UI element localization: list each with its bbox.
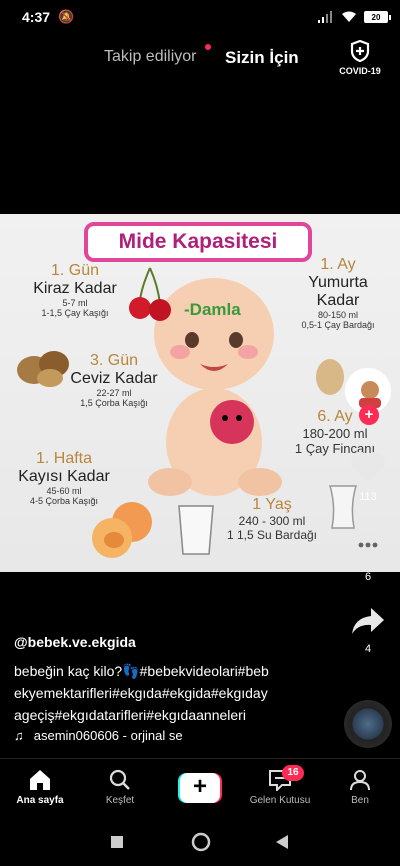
stage-year-1: 1 Yaş 240 - 300 ml 1 1,5 Su Bardağı [226,496,318,542]
wifi-icon [342,11,356,22]
infographic-title: Mide Kapasitesi [84,222,312,262]
creator-username[interactable]: @bebek.ve.ekgida [14,634,136,650]
stage-month-1: 1. Ay Yumurta Kadar 80-150 ml 0,5-1 Çay … [301,256,375,330]
like-count: 113 [359,491,377,503]
sound-disc[interactable] [344,700,392,748]
recents-icon[interactable] [110,835,124,849]
signal-icon [318,11,332,23]
comment-icon [352,531,384,561]
clock: 4:37 [22,9,51,25]
name-tag: -Damla [184,300,241,319]
nav-profile[interactable]: Ben [320,769,400,806]
comment-button[interactable]: 6 [346,528,390,583]
covid-button[interactable]: COVID-19 [336,40,384,76]
nav-inbox[interactable]: Gelen Kutusu [240,769,320,806]
create-button[interactable]: + [178,773,222,803]
sound-link[interactable]: ♫ asemin060606 - orjinal se [14,728,183,743]
like-button[interactable]: 113 [346,450,390,503]
post-caption[interactable]: bebeğin kaç kilo?👣#bebekvideolari#beb ek… [14,660,314,726]
sound-name: asemin060606 - orjinal se [33,728,183,743]
music-note-icon: ♫ [14,728,24,743]
status-bar: 4:37 🔕 20 [0,0,400,34]
water-glass-icon [178,505,214,555]
cherry-icon [129,267,171,321]
bottom-nav: Ana sayfa Keşfet + Gelen Kutusu 16 Ben [0,758,400,820]
walnut-icon [17,351,69,387]
shield-icon [350,40,370,62]
stage-day-1: 1. Gün Kiraz Kadar 5-7 ml 1-1,5 Çay Kaşı… [33,262,117,318]
heart-icon [351,451,385,482]
status-icons: 20 [318,11,391,23]
egg-icon [316,359,344,395]
follow-button[interactable]: + [359,405,379,425]
back-icon[interactable] [275,834,289,850]
system-nav-bar [0,820,400,866]
mute-icon: 🔕 [58,9,75,24]
tab-following[interactable]: Takip ediliyor [104,48,196,66]
home-button-icon[interactable] [191,832,211,852]
nav-home[interactable]: Ana sayfa [0,769,80,806]
new-content-dot [205,44,211,50]
tab-for-you[interactable]: Sizin İçin [225,48,299,68]
battery-icon: 20 [364,11,391,23]
profile-icon [350,770,370,791]
search-icon [109,769,130,790]
video-frame[interactable]: Mide Kapasitesi -Damla 1. Gün Kiraz Kada… [0,214,400,572]
comment-count: 6 [364,571,372,583]
share-count: 4 [364,643,372,655]
share-button[interactable]: 4 [346,606,390,655]
inbox-badge: 16 [282,765,304,781]
home-icon [30,770,50,790]
nav-discover[interactable]: Keşfet [80,769,160,806]
covid-label: COVID-19 [339,66,381,76]
stage-day-3: 3. Gün Ceviz Kadar 22-27 ml 1,5 Çorba Ka… [70,352,158,408]
feed-tabs: Takip ediliyor Sizin İçin COVID-19 [0,38,400,82]
share-icon [352,608,384,634]
apricot-icon [92,502,152,558]
